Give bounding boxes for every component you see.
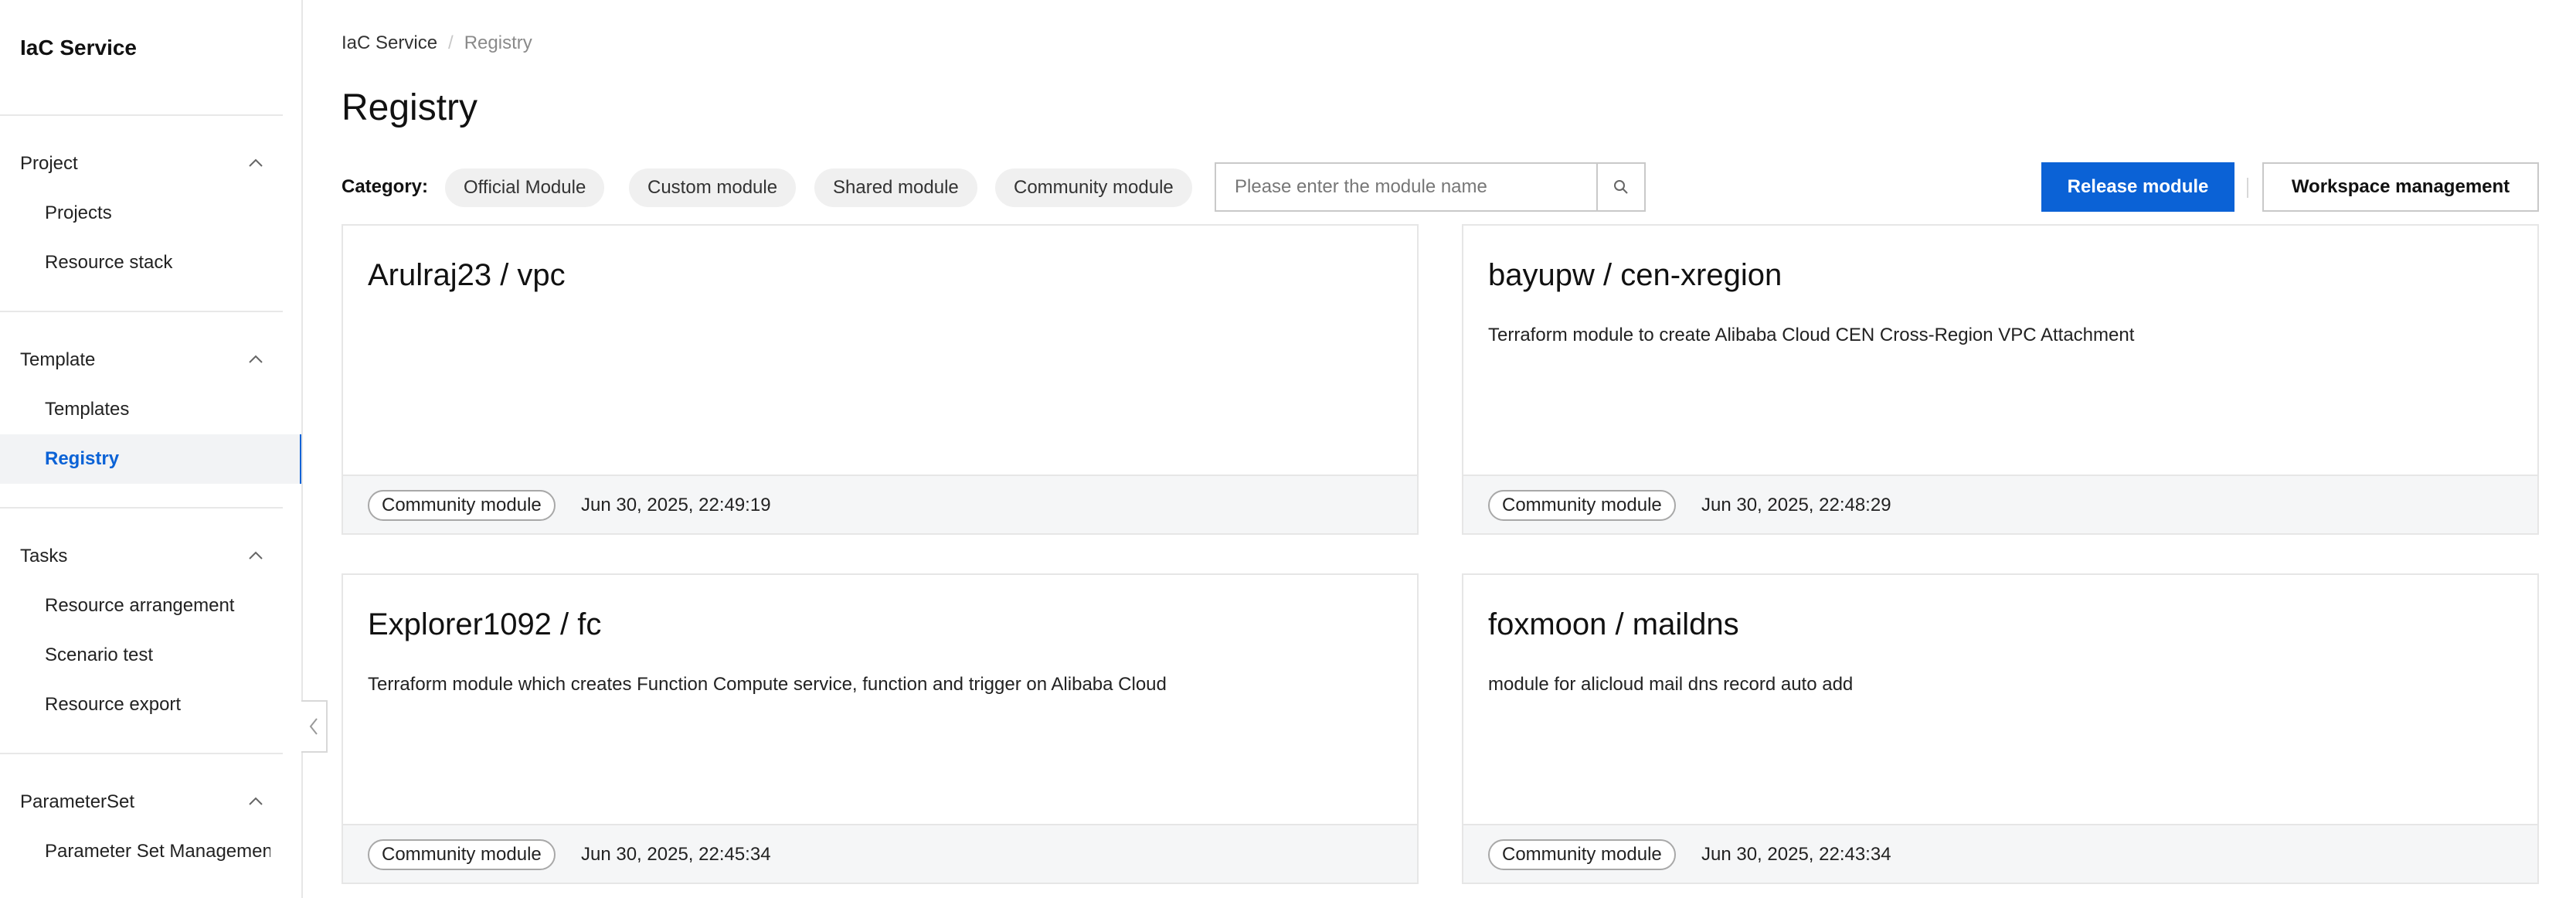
sidebar-collapse-button[interactable]: [301, 700, 328, 753]
module-card-title[interactable]: bayupw / cen-xregion: [1488, 258, 1782, 293]
module-timestamp: Jun 30, 2025, 22:45:34: [581, 844, 771, 865]
sidebar-item-registry[interactable]: Registry: [0, 434, 301, 484]
toolbar-divider: [2247, 178, 2248, 198]
app-root: IaC Service Project Projects Resource st…: [0, 0, 2576, 898]
toolbar: Category: Official Module Custom module …: [342, 162, 2542, 212]
sidebar-divider: [0, 753, 283, 754]
module-type-tag: Community module: [1488, 490, 1676, 521]
category-official-module[interactable]: Official Module: [445, 168, 605, 207]
module-card-title[interactable]: foxmoon / maildns: [1488, 607, 1739, 642]
sidebar-item-parameter-set-management[interactable]: Parameter Set Management: [0, 827, 270, 876]
module-card-footer: Community module Jun 30, 2025, 22:49:19: [343, 475, 1417, 533]
module-card-description: module for alicloud mail dns record auto…: [1488, 674, 1854, 695]
module-card[interactable]: Explorer1092 / fc Terraform module which…: [342, 573, 1419, 884]
category-shared-module[interactable]: Shared module: [814, 168, 977, 207]
sidebar-group-template[interactable]: Template: [20, 349, 95, 371]
category-label: Category:: [342, 176, 429, 197]
sidebar-item-projects[interactable]: Projects: [0, 189, 301, 238]
chevron-up-icon[interactable]: [246, 791, 266, 811]
sidebar: IaC Service Project Projects Resource st…: [0, 0, 303, 898]
sidebar-group-parameterset[interactable]: ParameterSet: [20, 791, 134, 813]
module-search-input[interactable]: [1216, 164, 1596, 210]
module-card-title[interactable]: Arulraj23 / vpc: [368, 258, 566, 293]
module-type-tag: Community module: [368, 490, 556, 521]
module-card[interactable]: Arulraj23 / vpc Community module Jun 30,…: [342, 224, 1419, 535]
module-type-tag: Community module: [368, 839, 556, 870]
chevron-up-icon[interactable]: [246, 349, 266, 369]
breadcrumb-separator: /: [448, 32, 454, 53]
sidebar-item-resource-stack[interactable]: Resource stack: [0, 238, 301, 287]
module-card[interactable]: bayupw / cen-xregion Terraform module to…: [1462, 224, 2539, 535]
sidebar-item-resource-arrangement[interactable]: Resource arrangement: [0, 581, 301, 631]
module-card[interactable]: foxmoon / maildns module for alicloud ma…: [1462, 573, 2539, 884]
chevron-left-icon: [309, 718, 318, 735]
sidebar-item-resource-export[interactable]: Resource export: [0, 680, 301, 730]
category-community-module[interactable]: Community module: [995, 168, 1192, 207]
chevron-up-icon[interactable]: [246, 546, 266, 566]
module-card-footer: Community module Jun 30, 2025, 22:48:29: [1463, 475, 2537, 533]
module-type-tag: Community module: [1488, 839, 1676, 870]
category-custom-module[interactable]: Custom module: [629, 168, 797, 207]
page-title: Registry: [342, 87, 478, 128]
module-timestamp: Jun 30, 2025, 22:48:29: [1701, 495, 1891, 515]
sidebar-group-project[interactable]: Project: [20, 153, 78, 175]
module-card-title[interactable]: Explorer1092 / fc: [368, 607, 601, 642]
module-card-description: Terraform module to create Alibaba Cloud…: [1488, 325, 2135, 345]
breadcrumb: IaC Service / Registry: [342, 32, 532, 54]
search-button[interactable]: [1596, 164, 1644, 210]
sidebar-group-tasks[interactable]: Tasks: [20, 546, 67, 567]
module-card-footer: Community module Jun 30, 2025, 22:43:34: [1463, 824, 2537, 883]
sidebar-item-templates[interactable]: Templates: [0, 385, 301, 434]
release-module-button[interactable]: Release module: [2041, 162, 2234, 212]
module-card-description: Terraform module which creates Function …: [368, 674, 1167, 695]
sidebar-divider: [0, 114, 283, 116]
brand-title: IaC Service: [20, 36, 137, 60]
module-timestamp: Jun 30, 2025, 22:43:34: [1701, 844, 1891, 865]
breadcrumb-root-link[interactable]: IaC Service: [342, 32, 437, 54]
chevron-up-icon[interactable]: [246, 153, 266, 173]
breadcrumb-current: Registry: [464, 32, 532, 53]
workspace-management-button[interactable]: Workspace management: [2262, 162, 2539, 212]
module-card-footer: Community module Jun 30, 2025, 22:45:34: [343, 824, 1417, 883]
search-box: [1215, 162, 1646, 212]
sidebar-item-scenario-test[interactable]: Scenario test: [0, 631, 301, 680]
sidebar-divider: [0, 311, 283, 312]
sidebar-divider: [0, 507, 283, 509]
search-icon: [1614, 180, 1628, 194]
module-timestamp: Jun 30, 2025, 22:49:19: [581, 495, 771, 515]
